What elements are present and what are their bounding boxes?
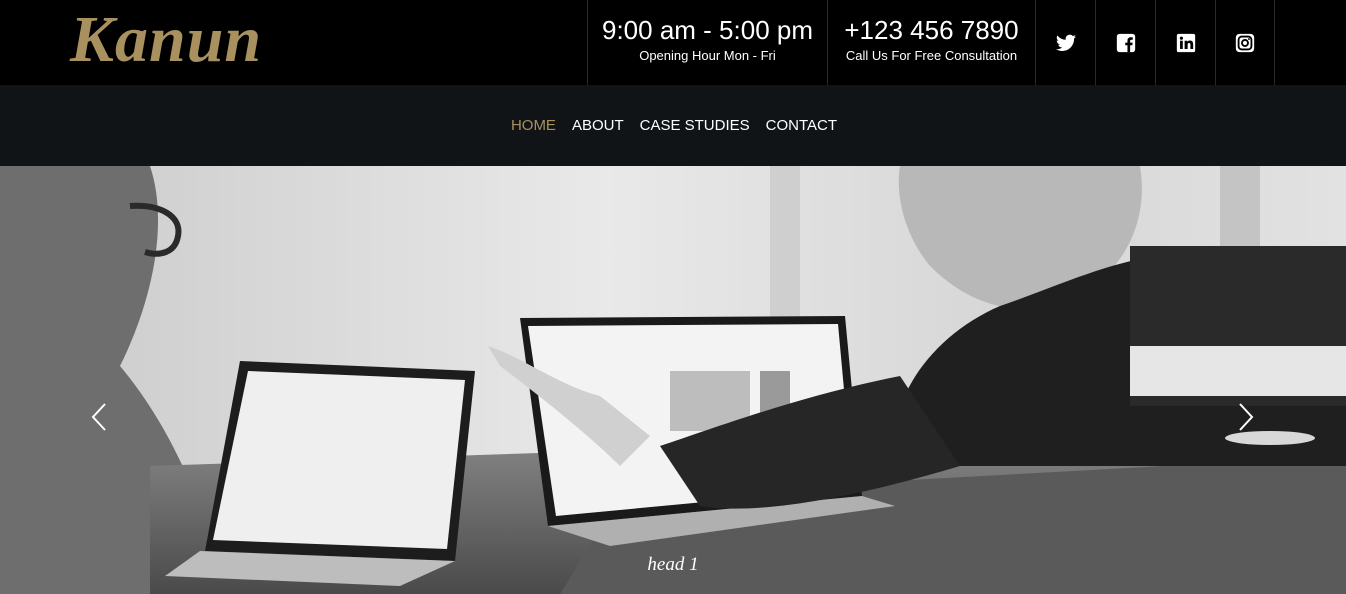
facebook-link[interactable]: [1095, 0, 1155, 85]
nav-item-contact[interactable]: CONTACT: [758, 117, 845, 134]
opening-hours-label: Opening Hour Mon - Fri: [639, 48, 776, 63]
opening-hours-block: 9:00 am - 5:00 pm Opening Hour Mon - Fri: [587, 0, 827, 85]
nav-list: HOME ABOUT CASE STUDIES CONTACT: [503, 117, 845, 134]
slider-prev-button[interactable]: [85, 402, 115, 432]
slider-next-button[interactable]: [1230, 402, 1260, 432]
facebook-icon: [1116, 33, 1135, 52]
chevron-right-icon: [1239, 403, 1254, 431]
slide-title: head 1: [647, 554, 699, 575]
top-bar: Kanun 9:00 am - 5:00 pm Opening Hour Mon…: [0, 0, 1346, 85]
main-nav: HOME ABOUT CASE STUDIES CONTACT: [0, 85, 1346, 166]
phone-block: +123 456 7890 Call Us For Free Consultat…: [827, 0, 1035, 85]
chevron-left-icon: [91, 403, 106, 431]
linkedin-link[interactable]: [1155, 0, 1215, 85]
nav-item-home[interactable]: HOME: [503, 117, 564, 134]
instagram-link[interactable]: [1215, 0, 1275, 85]
linkedin-icon: [1176, 33, 1195, 52]
nav-item-about[interactable]: ABOUT: [564, 117, 632, 134]
phone-number[interactable]: +123 456 7890: [828, 15, 1035, 45]
site-logo[interactable]: Kanun: [70, 2, 262, 78]
twitter-icon: [1055, 34, 1076, 51]
hero-image: [0, 166, 1346, 594]
twitter-link[interactable]: [1035, 0, 1095, 85]
opening-hours: 9:00 am - 5:00 pm: [602, 15, 813, 45]
instagram-icon: [1235, 33, 1255, 52]
hero-slider: head 1: [0, 166, 1346, 594]
nav-item-case-studies[interactable]: CASE STUDIES: [632, 117, 758, 134]
phone-label: Call Us For Free Consultation: [845, 48, 1018, 63]
